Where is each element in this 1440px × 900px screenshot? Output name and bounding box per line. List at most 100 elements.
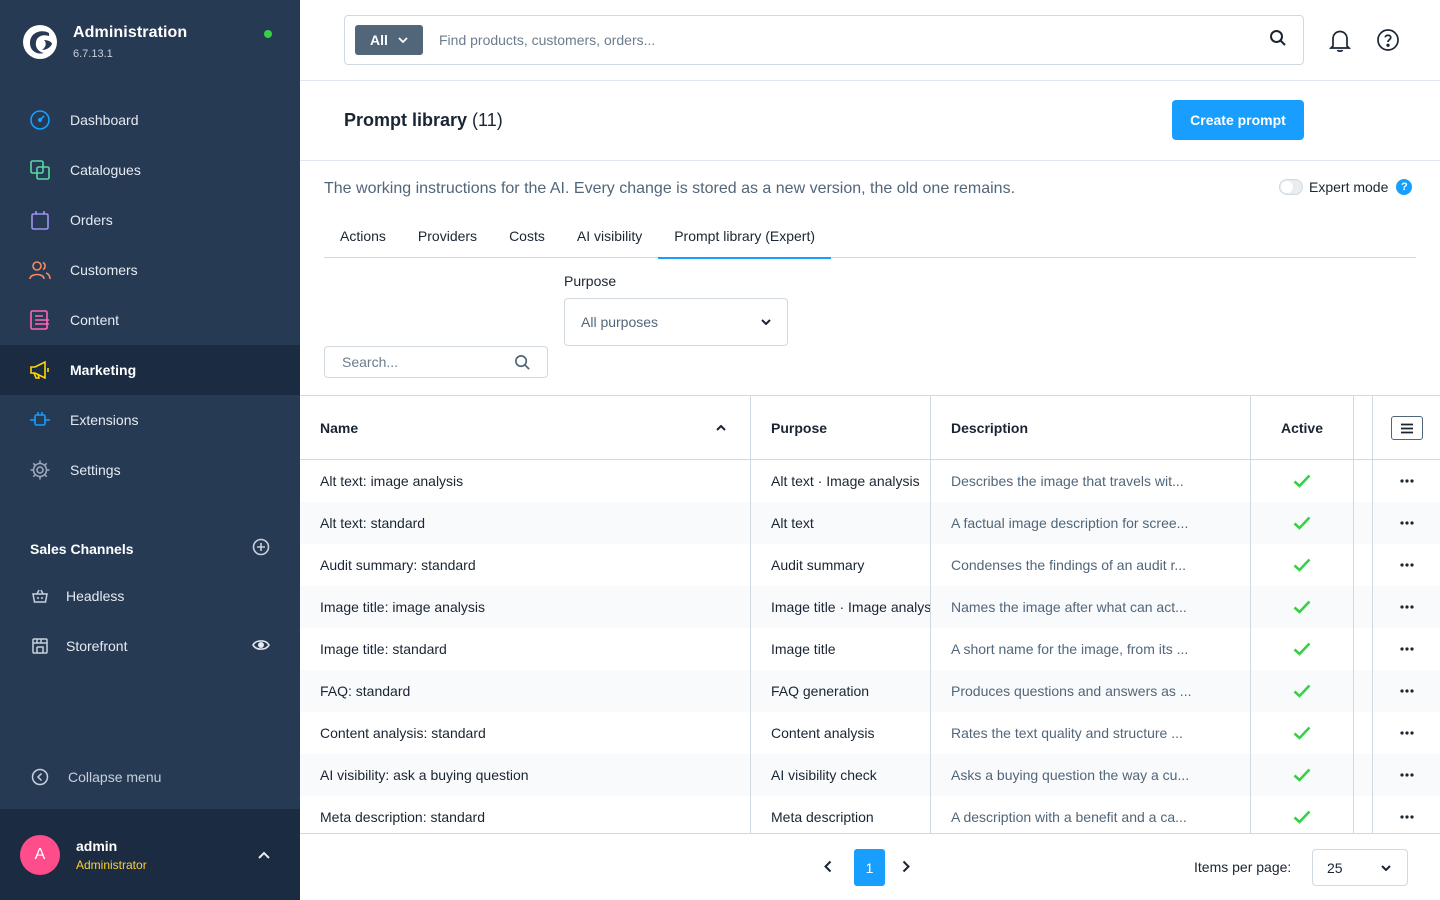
table-row[interactable]: Image title: image analysis Image title ·… [300,586,1440,628]
add-sales-channel-icon[interactable] [252,538,270,559]
chevron-right-icon[interactable] [902,860,910,878]
more-actions-icon[interactable] [1399,479,1414,483]
catalogue-icon [28,158,52,182]
sidebar-item-orders[interactable]: Orders [0,195,300,245]
cell-name[interactable]: Audit summary: standard [300,544,751,586]
table-row[interactable]: Content analysis: standard Content analys… [300,712,1440,754]
cell-actions [1373,670,1440,712]
purpose-select[interactable]: All purposes [564,298,788,346]
cell-spacer [1354,544,1373,586]
sidebar-item-catalogues[interactable]: Catalogues [0,145,300,195]
more-actions-icon[interactable] [1399,815,1414,819]
collapse-menu-button[interactable]: Collapse menu [30,765,161,789]
user-menu[interactable]: A admin Administrator [0,809,300,900]
tab-actions[interactable]: Actions [324,218,402,258]
tab-prompt-library[interactable]: Prompt library (Expert) [658,218,831,259]
sort-ascending-icon[interactable] [716,425,726,431]
column-header-name[interactable]: Name [300,396,751,460]
cell-name[interactable]: AI visibility: ask a buying question [300,754,751,796]
sidebar-item-dashboard[interactable]: Dashboard [0,95,300,145]
more-actions-icon[interactable] [1399,563,1414,567]
more-actions-icon[interactable] [1399,647,1414,651]
more-actions-icon[interactable] [1399,731,1414,735]
chevron-up-icon[interactable] [258,846,270,864]
sidebar-item-marketing[interactable]: Marketing [0,345,300,395]
create-prompt-button[interactable]: Create prompt [1172,100,1304,140]
table-row[interactable]: FAQ: standard FAQ generation Produces ques… [300,670,1440,712]
sidebar: Administration 6.7.13.1 Dashboard Catalo… [0,0,300,900]
search-scope-dropdown[interactable]: All [355,25,423,55]
search-scope-label: All [370,32,388,48]
cell-name[interactable]: Content analysis: standard [300,712,751,754]
column-header-purpose[interactable]: Purpose [751,396,931,460]
cell-name[interactable]: FAQ: standard [300,670,751,712]
table-row[interactable]: Audit summary: standard Audit summary Cond… [300,544,1440,586]
collapse-menu-label: Collapse menu [68,769,162,785]
items-per-page-select[interactable]: 25 [1312,849,1408,886]
table-row[interactable]: Image title: standard Image title A short … [300,628,1440,670]
basket-icon [30,584,50,608]
column-header-active[interactable]: Active [1251,396,1354,460]
expert-mode-toggle[interactable] [1279,179,1303,195]
cell-name[interactable]: Meta description: standard [300,796,751,833]
purpose-label: Purpose [564,273,617,289]
more-actions-icon[interactable] [1399,521,1414,525]
help-icon[interactable]: ? [1396,179,1413,195]
table-row[interactable]: Alt text: image analysis Alt text · Image… [300,460,1440,502]
cell-description: A description with a benefit and a ca... [931,796,1251,833]
app-title: Administration [73,24,188,41]
cell-spacer [1354,586,1373,628]
cell-purpose: FAQ generation [751,670,931,712]
page-button-current[interactable]: 1 [854,849,885,886]
eye-icon[interactable] [252,638,270,654]
cell-name[interactable]: Image title: image analysis [300,586,751,628]
column-header-description[interactable]: Description [931,396,1251,460]
purpose-select-value: All purposes [581,314,659,330]
global-search[interactable]: All Find products, customers, orders... [344,15,1304,65]
sidebar-item-label: Dashboard [70,112,139,128]
checkmark-icon [1293,684,1311,698]
cell-name[interactable]: Alt text: image analysis [300,460,751,502]
more-actions-icon[interactable] [1399,689,1414,693]
tab-ai-visibility[interactable]: AI visibility [561,218,658,258]
cell-description: Describes the image that travels wit... [931,460,1251,502]
list-search-input[interactable]: Search... [324,346,548,378]
help-icon[interactable] [1376,28,1400,57]
sidebar-item-customers[interactable]: Customers [0,245,300,295]
table-row[interactable]: AI visibility: ask a buying question AI v… [300,754,1440,796]
search-icon[interactable] [1269,29,1287,52]
cell-active [1251,502,1354,544]
cell-name[interactable]: Image title: standard [300,628,751,670]
cell-actions [1373,586,1440,628]
bell-icon[interactable] [1328,28,1352,58]
chevron-left-icon[interactable] [824,860,832,878]
sales-channels-header: Sales Channels [30,538,270,559]
checkmark-icon [1293,558,1311,572]
cell-actions [1373,712,1440,754]
cell-spacer [1354,712,1373,754]
page-intro: The working instructions for the AI. Eve… [324,180,1016,197]
sidebar-item-settings[interactable]: Settings [0,445,300,495]
tab-costs[interactable]: Costs [493,218,561,258]
sidebar-item-extensions[interactable]: Extensions [0,395,300,445]
column-menu-icon[interactable] [1390,416,1423,440]
cell-purpose: Audit summary [751,544,931,586]
sales-channel-storefront[interactable]: Storefront [30,634,270,658]
sidebar-item-label: Extensions [70,412,139,428]
sales-channel-headless[interactable]: Headless [30,584,270,608]
tab-providers[interactable]: Providers [402,218,493,258]
global-search-input[interactable]: Find products, customers, orders... [439,32,1269,48]
column-header-label: Name [320,420,359,436]
more-actions-icon[interactable] [1399,773,1414,777]
sidebar-item-content[interactable]: Content [0,295,300,345]
sidebar-item-label: Catalogues [70,162,141,178]
table-row[interactable]: Alt text: standard Alt text A factual imag… [300,502,1440,544]
more-actions-icon[interactable] [1399,605,1414,609]
checkmark-icon [1293,726,1311,740]
top-bar: All Find products, customers, orders... [300,0,1440,81]
page-title: Prompt library (11) [344,110,503,131]
cell-description: Names the image after what can act... [931,586,1251,628]
cell-name[interactable]: Alt text: standard [300,502,751,544]
cell-actions [1373,544,1440,586]
table-row[interactable]: Meta description: standard Meta descripti… [300,796,1440,833]
